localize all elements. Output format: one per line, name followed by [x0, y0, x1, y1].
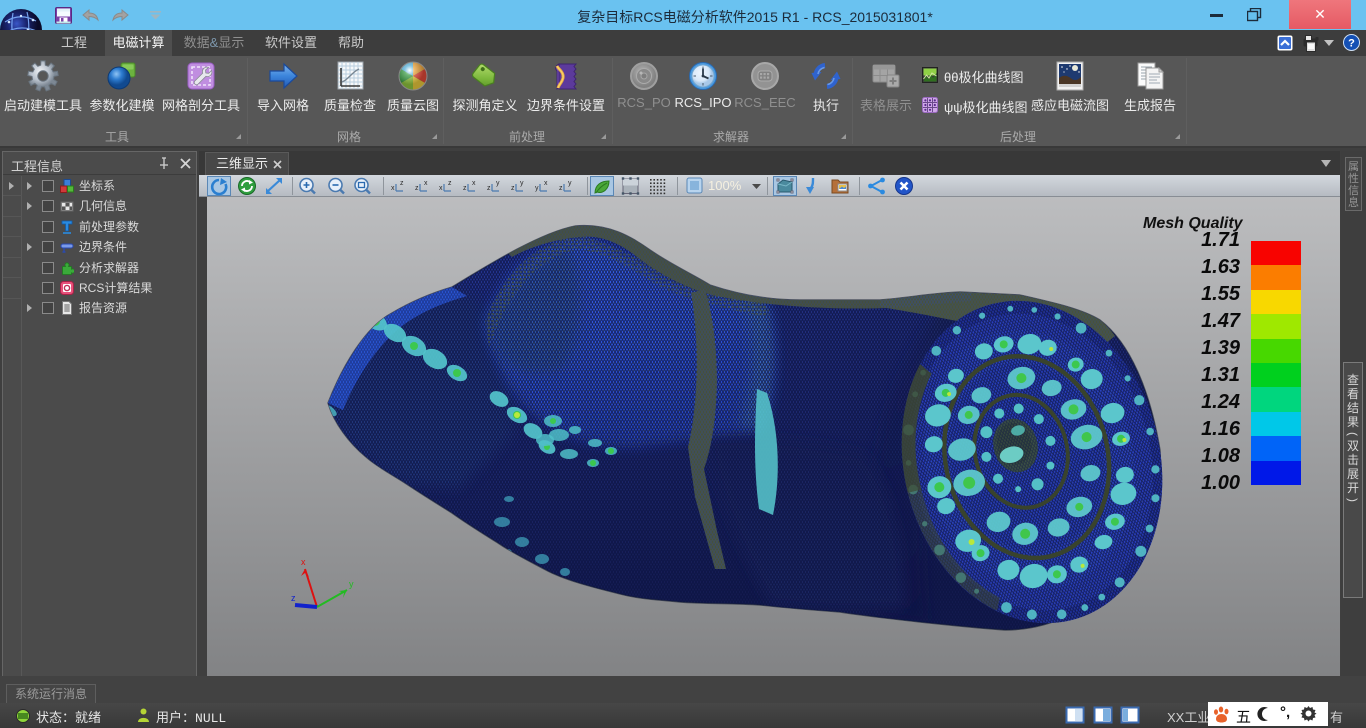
- svg-text:z: z: [487, 185, 491, 192]
- svg-text:x: x: [424, 180, 428, 187]
- svg-text:y: y: [568, 180, 572, 187]
- svg-text:y: y: [520, 180, 524, 187]
- svg-text:x: x: [544, 180, 548, 187]
- svg-text:z: z: [448, 180, 452, 187]
- svg-text:x: x: [391, 185, 395, 192]
- svg-text:x: x: [439, 185, 443, 192]
- svg-text:z: z: [559, 185, 563, 192]
- svg-text:y: y: [349, 579, 354, 589]
- svg-text:y: y: [496, 180, 500, 187]
- svg-text:z: z: [415, 185, 419, 192]
- svg-text:z: z: [463, 185, 467, 192]
- svg-text:x: x: [472, 180, 476, 187]
- svg-text:y: y: [535, 185, 539, 192]
- svg-text:z: z: [400, 180, 404, 187]
- svg-text:x: x: [301, 557, 306, 567]
- svg-text:z: z: [511, 185, 515, 192]
- svg-text:z: z: [291, 593, 296, 603]
- svg-text:?: ?: [1348, 38, 1355, 50]
